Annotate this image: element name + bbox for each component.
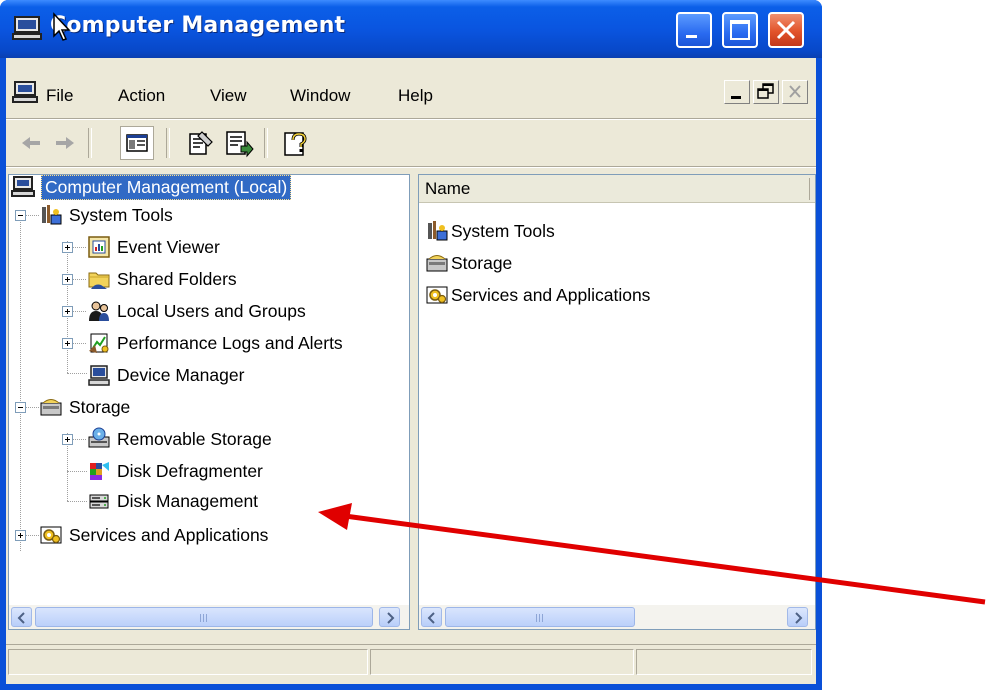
annotation-arrow-icon — [318, 503, 986, 605]
